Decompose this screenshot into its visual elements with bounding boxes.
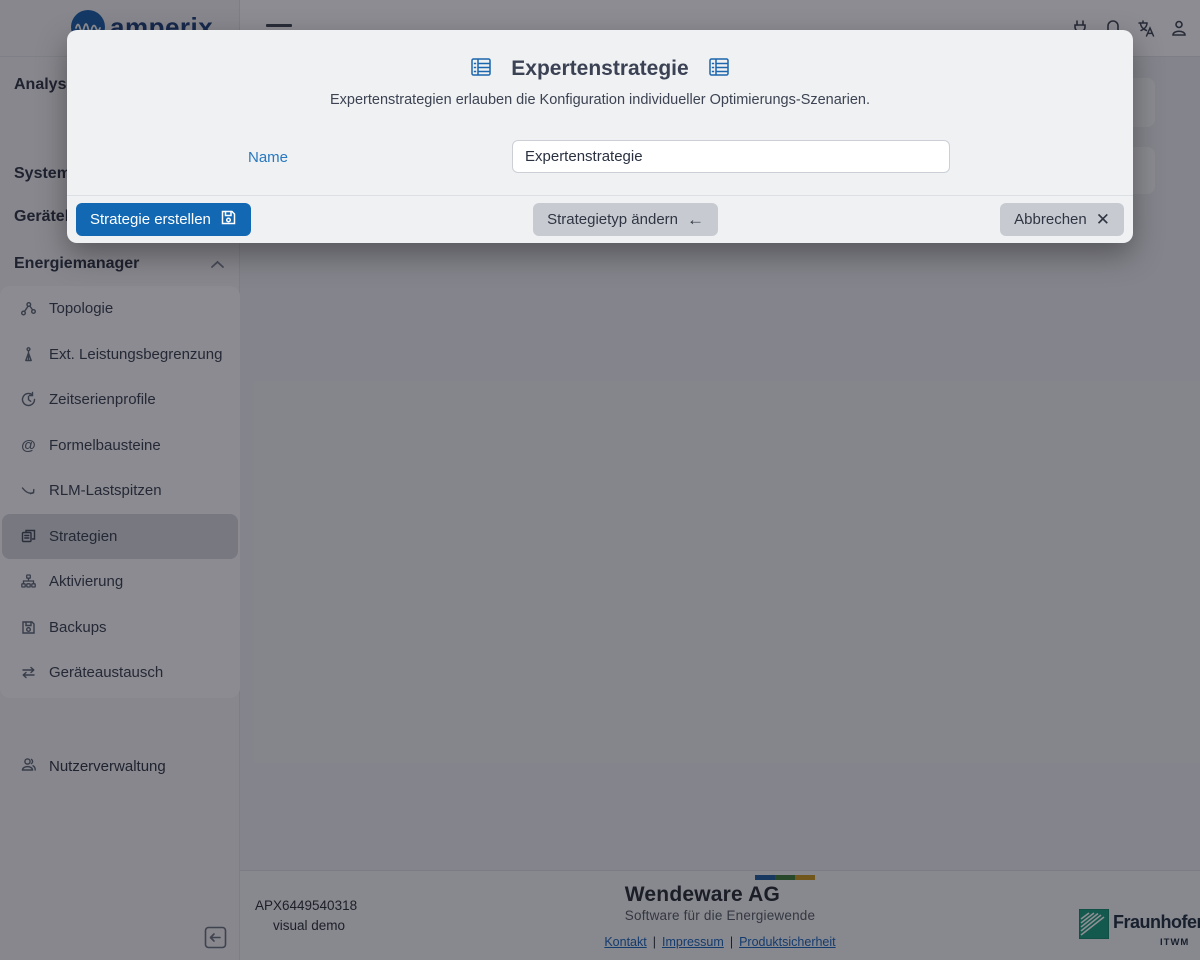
close-icon: ✕ [1096, 211, 1110, 228]
dialog-description: Expertenstrategien erlauben die Konfigur… [67, 92, 1133, 108]
table-icon [709, 58, 729, 81]
app-root: amperix Analyse Systemmonitor Gerätekonf… [0, 0, 1200, 960]
expert-strategy-dialog: Expertenstrategie Expertenstrategien erl… [67, 30, 1133, 243]
back-arrow-icon: ← [687, 211, 704, 228]
button-label: Strategie erstellen [90, 211, 211, 228]
dialog-footer: Strategie erstellen Strategietyp ändern … [67, 195, 1133, 243]
cancel-button[interactable]: Abbrechen ✕ [1000, 203, 1124, 236]
button-label: Strategietyp ändern [547, 211, 678, 228]
save-floppy-icon [220, 209, 237, 230]
create-strategy-button[interactable]: Strategie erstellen [76, 203, 251, 236]
name-field-label: Name [248, 149, 288, 166]
button-label: Abbrechen [1014, 211, 1087, 228]
change-strategy-type-button[interactable]: Strategietyp ändern ← [533, 203, 718, 236]
dialog-title: Expertenstrategie [511, 57, 688, 81]
strategy-name-input[interactable] [512, 140, 950, 173]
table-icon [471, 58, 491, 81]
